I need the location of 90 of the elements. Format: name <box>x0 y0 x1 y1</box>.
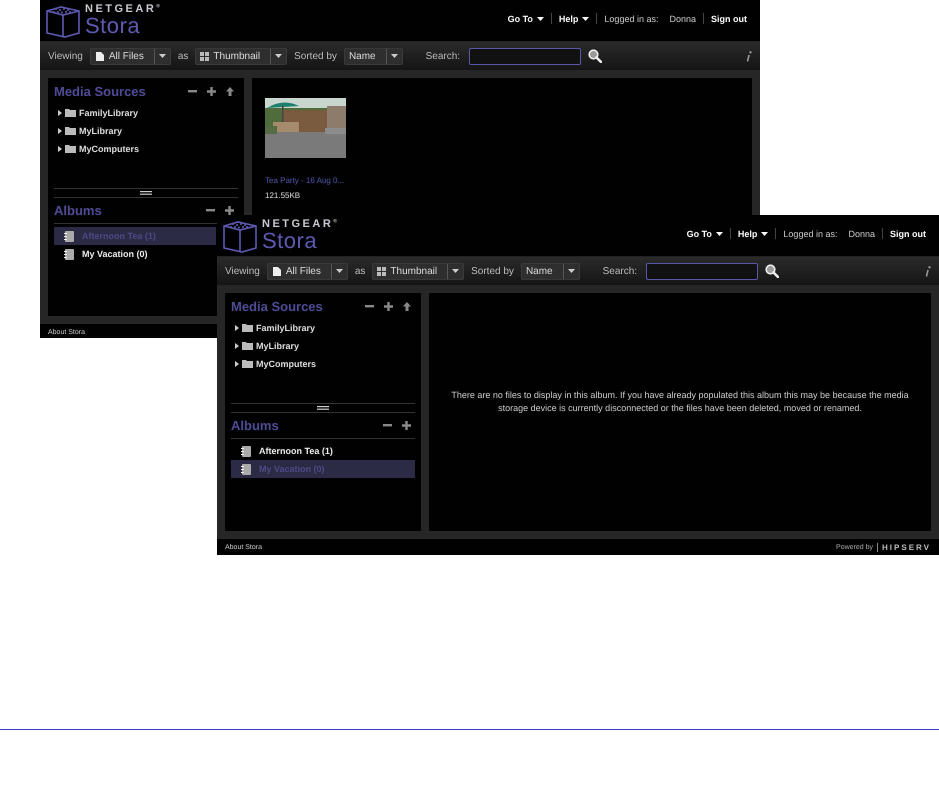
file-size: 121.55KB <box>265 191 302 200</box>
plus-icon[interactable] <box>402 421 411 430</box>
splitter-handle-icon[interactable] <box>317 406 329 410</box>
plus-icon[interactable] <box>384 302 393 310</box>
album-icon <box>241 446 251 456</box>
caret-icon <box>390 54 398 58</box>
viewing-label: Viewing <box>225 266 260 276</box>
file-icon <box>94 50 105 62</box>
brand-name: NETGEAR$^{®}$ <box>85 4 160 15</box>
info-icon[interactable] <box>746 50 752 62</box>
up-arrow-icon[interactable] <box>226 86 234 96</box>
caret-icon <box>275 54 282 58</box>
view-dropdown[interactable]: All Files <box>90 48 171 64</box>
expand-arrow-icon[interactable] <box>58 128 62 134</box>
search-icon[interactable] <box>765 264 780 278</box>
folder-icon <box>242 342 253 350</box>
expand-arrow-icon[interactable] <box>235 343 239 349</box>
minus-icon[interactable] <box>365 304 374 308</box>
nav-menu[interactable]: Help <box>552 14 596 24</box>
panel-title: Media Sources <box>54 84 146 98</box>
product-name: Stora <box>262 230 318 252</box>
caret-icon <box>568 269 575 273</box>
as-label: as <box>354 266 366 276</box>
search-field[interactable] <box>646 262 758 280</box>
search-label: Search: <box>426 50 460 62</box>
nav-menu[interactable]: Go To <box>680 228 730 238</box>
caret-icon <box>716 232 723 236</box>
tree-item[interactable]: FamilyLibrary <box>79 108 138 118</box>
tree-item[interactable]: MyComputers <box>256 359 316 369</box>
tree-item[interactable]: MyLibrary <box>256 341 300 351</box>
folder-icon <box>242 360 253 368</box>
caret-icon <box>536 16 544 20</box>
caret-icon <box>336 269 343 273</box>
caret-icon <box>582 16 590 20</box>
expand-arrow-icon[interactable] <box>58 146 62 152</box>
layout-dropdown[interactable]: Thumbnail <box>372 262 464 280</box>
panel-title: Albums <box>54 203 102 218</box>
user-name: Donna <box>668 14 697 24</box>
minus-icon[interactable] <box>383 424 392 427</box>
folder-icon <box>65 109 76 117</box>
expand-arrow-icon[interactable] <box>235 361 239 367</box>
album-item[interactable]: Afternoon Tea (1) <box>231 442 415 460</box>
file-icon <box>272 266 282 276</box>
minus-icon[interactable] <box>206 209 215 212</box>
as-label: as <box>178 50 188 62</box>
album-icon <box>64 248 74 260</box>
nav-menu[interactable]: Go To <box>500 14 551 24</box>
folder-icon <box>65 145 76 153</box>
sort-dropdown[interactable]: Name <box>344 48 403 64</box>
info-icon[interactable] <box>925 266 931 276</box>
plus-icon[interactable] <box>207 86 216 96</box>
search-label: Search: <box>602 266 638 276</box>
album-icon <box>64 230 74 242</box>
tree-item[interactable]: MyComputers <box>79 144 140 154</box>
album-item[interactable]: My Vacation (0) <box>54 245 216 263</box>
album-icon <box>241 464 251 474</box>
sign-out-link[interactable]: Sign out <box>704 14 754 24</box>
grid-icon <box>200 52 210 60</box>
panel-title: Albums <box>231 418 279 433</box>
sign-out-link[interactable]: Sign out <box>883 228 933 238</box>
empty-album-message: There are no files to display in this album. If you have already populated this album this may be because the media storage device is currently disconnected or the files have been deleted, moved or renamed. <box>450 388 910 415</box>
user-name: Donna <box>847 228 876 238</box>
up-arrow-icon[interactable] <box>403 302 411 310</box>
product-name: Stora <box>85 15 142 37</box>
sorted-by-label: Sorted by <box>471 266 514 276</box>
login-label: Logged in as: <box>603 14 660 24</box>
minus-icon[interactable] <box>188 90 197 92</box>
expand-arrow-icon[interactable] <box>235 325 239 331</box>
tree-item[interactable]: FamilyLibrary <box>256 323 316 333</box>
view-dropdown[interactable]: All Files <box>266 262 348 280</box>
tree-item[interactable]: MyLibrary <box>79 126 122 136</box>
plus-icon[interactable] <box>225 206 234 215</box>
panel-title: Media Sources <box>231 298 323 314</box>
hipserv-logo: HIPSERV <box>877 542 931 552</box>
caret-icon <box>761 232 768 236</box>
nav-menu[interactable]: Help <box>730 228 776 238</box>
layout-dropdown[interactable]: Thumbnail <box>195 48 288 64</box>
grid-icon <box>377 266 386 276</box>
sort-dropdown[interactable]: Name <box>520 262 580 280</box>
login-label: Logged in as: <box>782 228 838 238</box>
brand-name: NETGEAR$^{®}$ <box>262 219 337 230</box>
search-field[interactable] <box>469 48 582 64</box>
expand-arrow-icon[interactable] <box>58 110 62 116</box>
folder-icon <box>65 127 76 135</box>
sorted-by-label: Sorted by <box>294 50 337 62</box>
caret-icon <box>158 54 166 58</box>
search-icon[interactable] <box>588 49 602 63</box>
caret-icon <box>452 269 460 273</box>
viewing-label: Viewing <box>48 50 83 62</box>
splitter-handle-icon[interactable] <box>140 191 152 195</box>
